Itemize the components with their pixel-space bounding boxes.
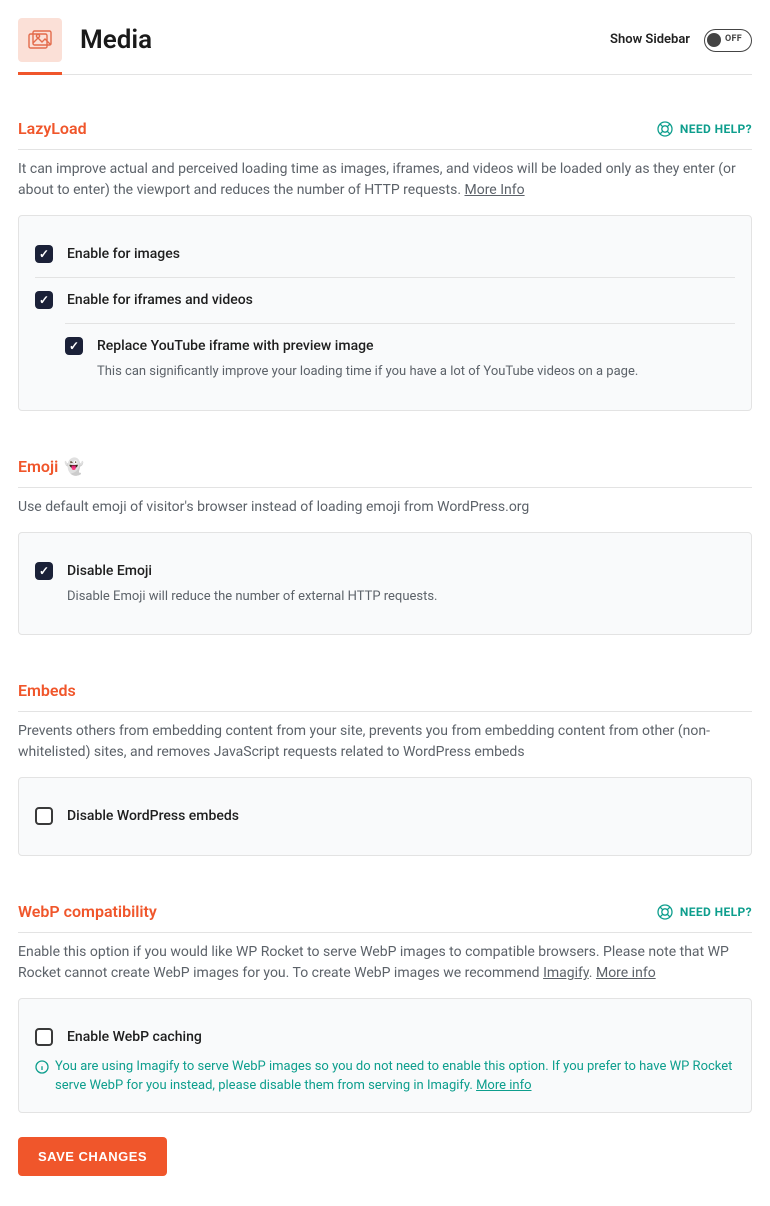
media-icon — [18, 18, 62, 62]
checkbox-disable-embeds[interactable] — [35, 807, 53, 825]
show-sidebar-label: Show Sidebar — [610, 30, 690, 50]
more-info-link[interactable]: More Info — [464, 182, 524, 198]
section-title: LazyLoad — [18, 117, 87, 141]
section-description: It can improve actual and perceived load… — [18, 159, 752, 201]
options-card: ✓ Enable for images ✓ Enable for iframes… — [18, 215, 752, 411]
option-label: Disable Emoji — [67, 561, 735, 582]
check-icon: ✓ — [69, 337, 79, 355]
webp-more-info-link[interactable]: More info — [476, 1078, 531, 1093]
section-header: LazyLoad NEED HELP? — [18, 117, 752, 150]
options-card: Enable WebP caching You are using Imagif… — [18, 998, 752, 1113]
imagify-link[interactable]: Imagify — [543, 965, 589, 981]
need-help-link[interactable]: NEED HELP? — [657, 120, 752, 138]
checkbox-enable-images[interactable]: ✓ — [35, 245, 53, 263]
section-embeds: Embeds Prevents others from embedding co… — [18, 679, 752, 856]
checkbox-enable-webp[interactable] — [35, 1028, 53, 1046]
option-label: Replace YouTube iframe with preview imag… — [97, 336, 735, 357]
option-enable-images: ✓ Enable for images — [35, 232, 735, 277]
need-help-text: NEED HELP? — [680, 120, 752, 138]
option-label: Enable for images — [67, 244, 735, 265]
header-right: Show Sidebar OFF — [610, 29, 752, 52]
option-disable-emoji: ✓ Disable Emoji Disable Emoji will reduc… — [35, 549, 735, 619]
show-sidebar-toggle[interactable]: OFF — [704, 29, 752, 52]
save-changes-button[interactable]: SAVE CHANGES — [18, 1137, 167, 1176]
help-icon — [657, 904, 673, 920]
header-left: Media — [18, 18, 152, 62]
section-description: Prevents others from embedding content f… — [18, 721, 752, 763]
toggle-state: OFF — [725, 33, 742, 47]
ghost-emoji-icon: 👻 — [64, 457, 84, 476]
info-icon — [35, 1060, 49, 1074]
toggle-knob — [707, 33, 721, 47]
section-header: Embeds — [18, 679, 752, 712]
help-icon — [657, 121, 673, 137]
check-icon: ✓ — [39, 562, 49, 580]
section-description: Enable this option if you would like WP … — [18, 942, 752, 984]
page-header: Media Show Sidebar OFF — [18, 18, 752, 62]
section-title: Embeds — [18, 679, 76, 703]
checkbox-disable-emoji[interactable]: ✓ — [35, 562, 53, 580]
section-title: Emoji 👻 — [18, 455, 84, 479]
option-sublabel: Disable Emoji will reduce the number of … — [67, 587, 735, 607]
options-card: ✓ Disable Emoji Disable Emoji will reduc… — [18, 532, 752, 636]
tab-indicator — [18, 74, 752, 75]
option-enable-iframes: ✓ Enable for iframes and videos — [35, 277, 735, 323]
section-emoji: Emoji 👻 Use default emoji of visitor's b… — [18, 455, 752, 636]
check-icon: ✓ — [39, 245, 49, 263]
check-icon: ✓ — [39, 291, 49, 309]
option-disable-embeds: Disable WordPress embeds — [35, 794, 735, 839]
option-replace-youtube: ✓ Replace YouTube iframe with preview im… — [65, 323, 735, 394]
section-header: Emoji 👻 — [18, 455, 752, 488]
option-label: Disable WordPress embeds — [67, 806, 735, 827]
option-label: Enable WebP caching — [67, 1027, 735, 1048]
option-sublabel: This can significantly improve your load… — [97, 362, 735, 382]
option-enable-webp: Enable WebP caching — [35, 1015, 735, 1050]
checkbox-replace-youtube[interactable]: ✓ — [65, 337, 83, 355]
need-help-link[interactable]: NEED HELP? — [657, 903, 752, 921]
webp-info-note: You are using Imagify to serve WebP imag… — [35, 1058, 735, 1096]
section-header: WebP compatibility NEED HELP? — [18, 900, 752, 933]
page-title: Media — [80, 21, 152, 60]
option-label: Enable for iframes and videos — [67, 290, 735, 311]
section-webp: WebP compatibility NEED HELP? Enable thi… — [18, 900, 752, 1113]
section-title: WebP compatibility — [18, 900, 157, 924]
more-info-link[interactable]: More info — [596, 965, 656, 981]
section-description: Use default emoji of visitor's browser i… — [18, 497, 752, 518]
options-card: Disable WordPress embeds — [18, 777, 752, 856]
section-lazyload: LazyLoad NEED HELP? It can improve actua… — [18, 117, 752, 411]
checkbox-enable-iframes[interactable]: ✓ — [35, 291, 53, 309]
need-help-text: NEED HELP? — [680, 903, 752, 921]
